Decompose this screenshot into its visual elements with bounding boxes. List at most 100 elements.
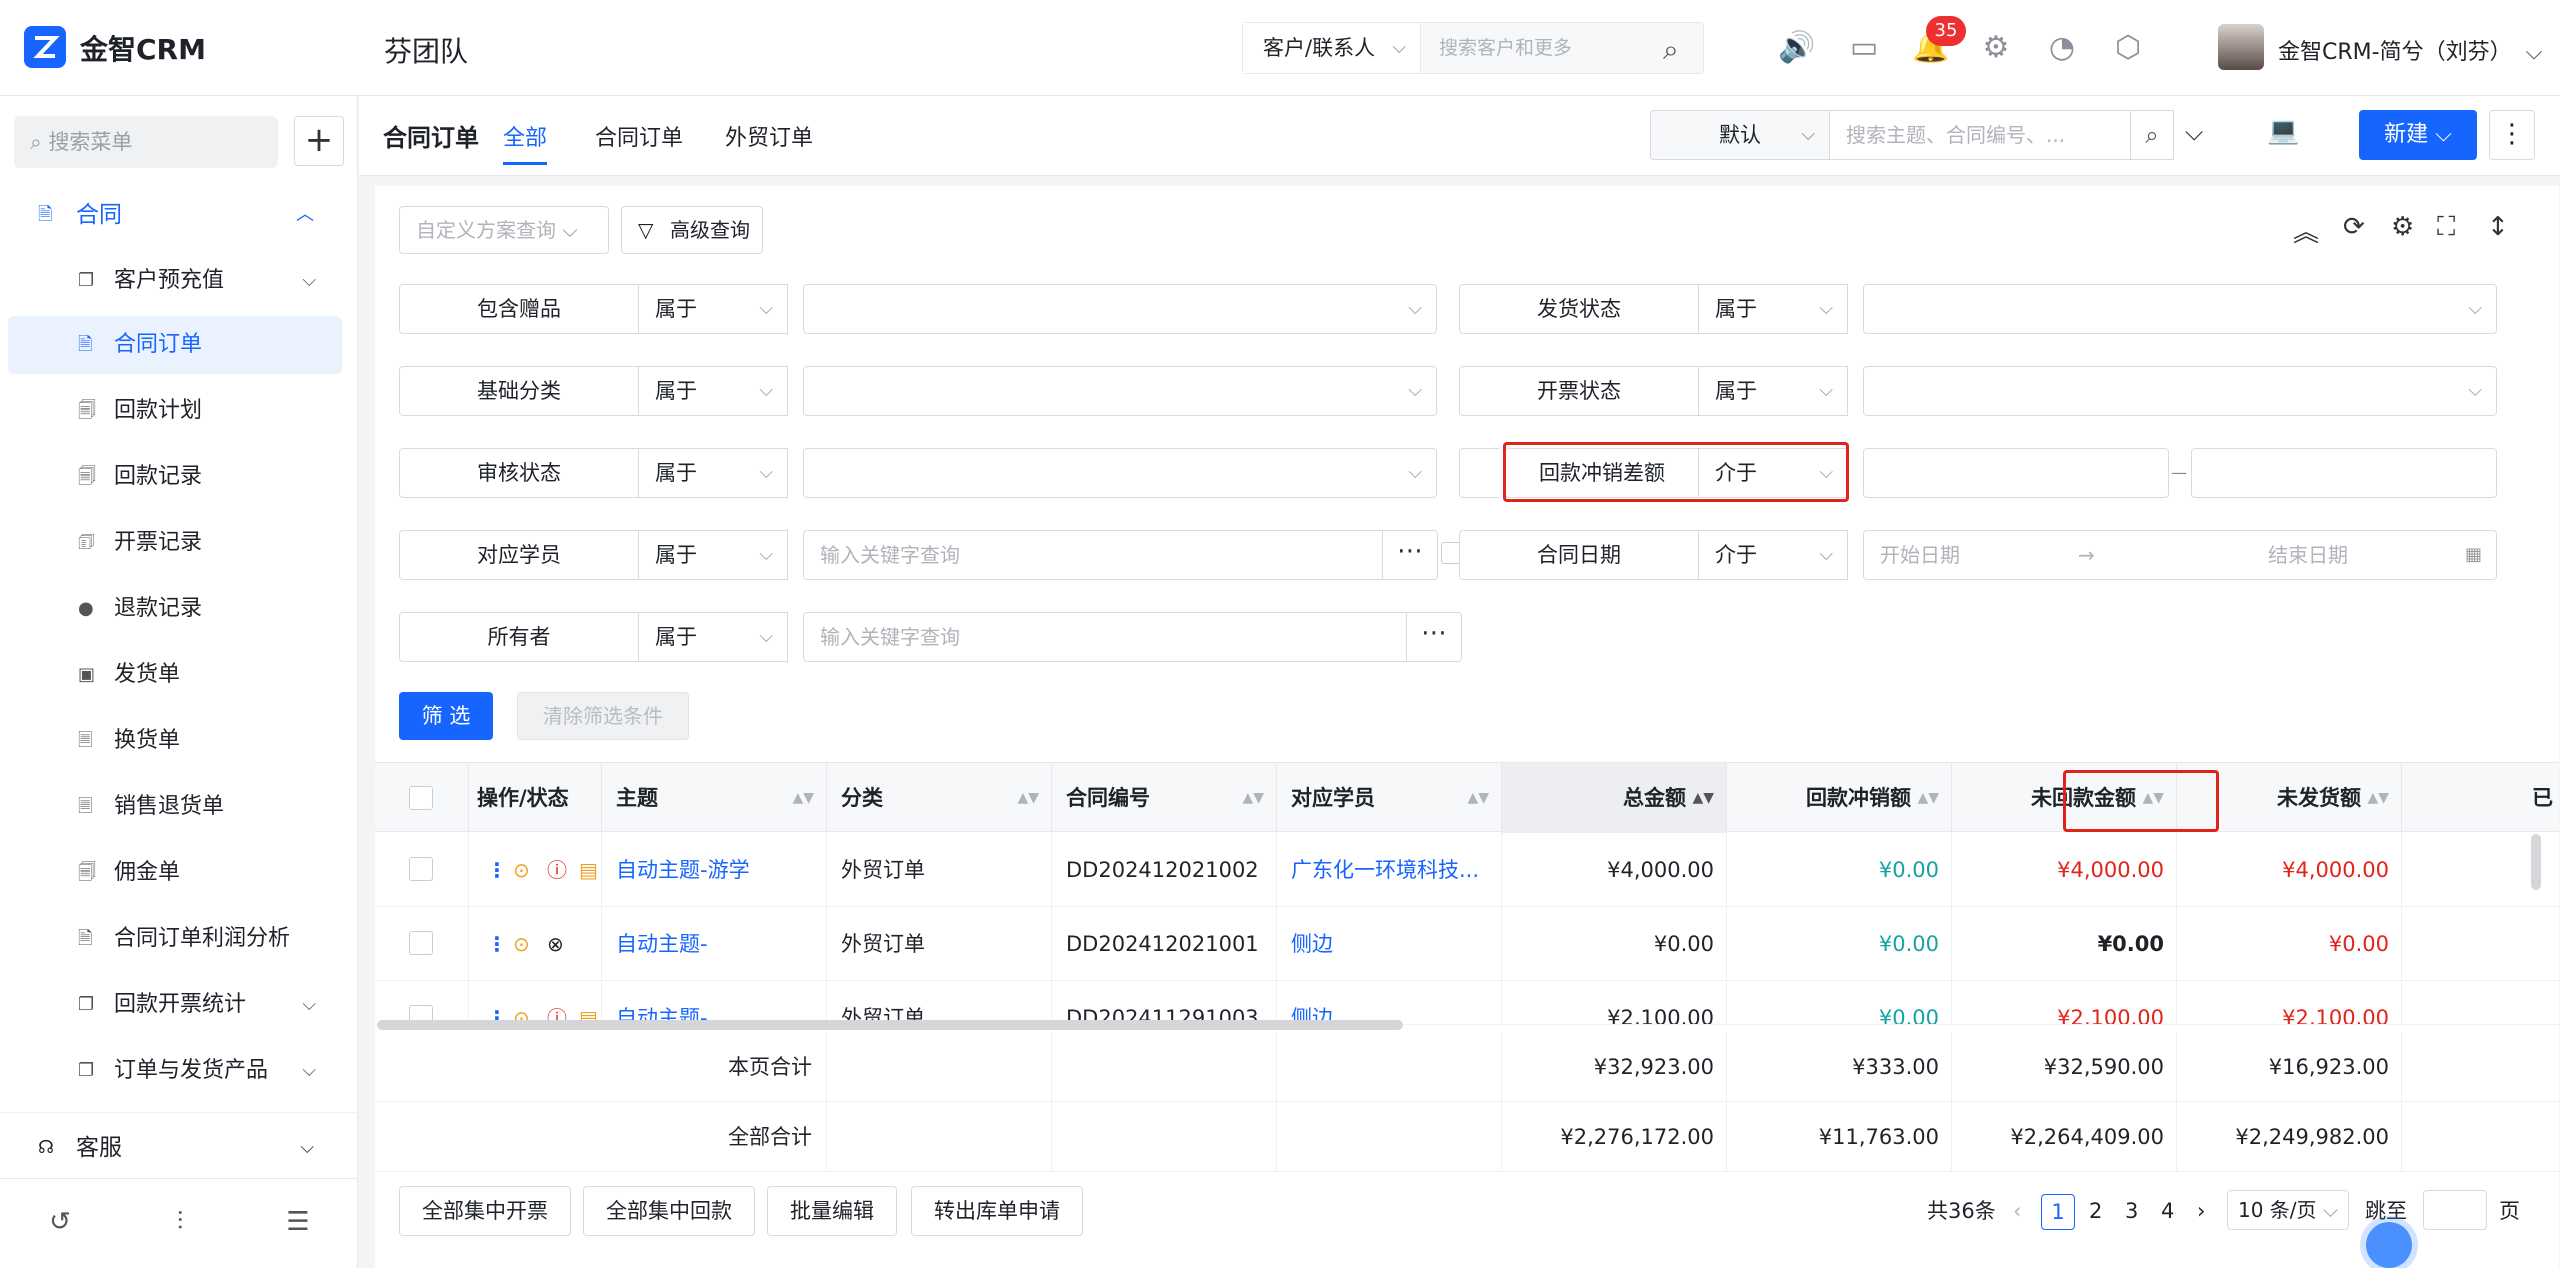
filter-op-basic-category[interactable]: 属于 ⌵ <box>638 366 788 416</box>
filter-value-owner[interactable]: 输入关键字查询 <box>803 612 1407 662</box>
tab-foreign-trade-orders[interactable]: 外贸订单 <box>725 120 813 152</box>
play-icon[interactable]: ⊙ <box>513 833 530 907</box>
page-1[interactable]: 1 <box>2041 1194 2075 1230</box>
filter-op-gift[interactable]: 属于 ⌵ <box>638 284 788 334</box>
filter-value-writeoff-min[interactable] <box>1863 448 2169 498</box>
col-contract-no[interactable]: 合同编号 ▲▼ <box>1052 763 1277 833</box>
view-select[interactable]: 默认 ⌵ <box>1650 110 1830 160</box>
fullscreen-icon[interactable]: ⛶ <box>2437 212 2455 243</box>
sidebar-group-service[interactable]: ☊ 客服 ⌵ <box>0 1112 358 1182</box>
advanced-query-button[interactable]: ▽ 高级查询 <box>621 206 763 254</box>
filter-value-delivery-status[interactable]: ⌵ <box>1863 284 2497 334</box>
col-category[interactable]: 分类 ▲▼ <box>827 763 1052 833</box>
play-icon[interactable]: ⊙ <box>513 981 530 1024</box>
clipboard-icon[interactable]: ▤ <box>579 981 598 1024</box>
date-range-input[interactable]: 开始日期 → 结束日期 ▦ <box>1863 530 2497 580</box>
filter-op-student[interactable]: 属于 ⌵ <box>638 530 788 580</box>
avatar[interactable] <box>2218 24 2264 70</box>
row-checkbox[interactable] <box>409 857 433 881</box>
batch-invoice-button[interactable]: 全部集中开票 <box>399 1186 571 1236</box>
global-search-input[interactable]: 搜索客户和更多 <box>1439 23 1572 73</box>
prev-page-icon[interactable]: ‹ <box>2013 1194 2021 1228</box>
batch-edit-button[interactable]: 批量编辑 <box>767 1186 897 1236</box>
table-row[interactable]: ⋮ ⊙ ⊗ 自动主题- 外贸订单 DD202412021001 侧边 ¥0.00… <box>375 907 2559 981</box>
inbox-icon[interactable]: ▭ <box>1846 30 1882 66</box>
search-scope-select[interactable]: 客户/联系人 ⌵ <box>1243 23 1421 73</box>
filter-op-contract-date[interactable]: 介于 ⌵ <box>1698 530 1848 580</box>
clear-filter-button[interactable]: 清除筛选条件 <box>517 692 689 740</box>
filter-value-basic-category[interactable]: ⌵ <box>803 366 1437 416</box>
filter-value-gift[interactable]: ⌵ <box>803 284 1437 334</box>
tab-contract-orders[interactable]: 合同订单 <box>595 120 683 152</box>
add-menu-button[interactable]: + <box>294 116 344 166</box>
page-4[interactable]: 4 <box>2161 1194 2174 1228</box>
page-size-select[interactable]: 10 条/页 ⌵ <box>2227 1190 2349 1230</box>
row-subject[interactable]: 自动主题- <box>602 907 827 981</box>
speaker-icon[interactable]: 🔊 <box>1778 30 1815 66</box>
sidebar-item-contract-orders[interactable]: 🗎 合同订单 <box>8 316 342 374</box>
user-menu[interactable]: 金智CRM-简兮（刘芬） ⌵ <box>2278 34 2542 66</box>
collapse-menu-icon[interactable]: ☰ <box>278 1207 318 1237</box>
batch-payment-button[interactable]: 全部集中回款 <box>583 1186 755 1236</box>
more-vertical-icon[interactable]: ⋮ <box>487 907 507 981</box>
search-icon[interactable]: ⌕ <box>1663 33 1679 67</box>
page-3[interactable]: 3 <box>2125 1194 2138 1228</box>
row-student[interactable]: 广东化一环境科技... <box>1277 833 1502 907</box>
filter-button[interactable]: 筛 选 <box>399 692 493 740</box>
pie-chart-icon[interactable]: ◔ <box>2044 30 2080 66</box>
gear-icon[interactable]: ⚙ <box>1978 30 2014 66</box>
chevron-down-icon[interactable]: ⌵ <box>2185 118 2203 146</box>
refresh-icon[interactable]: ⟳ <box>2343 212 2365 242</box>
sidebar-item-payment-invoice-stats[interactable]: ❐ 回款开票统计 ⌵ <box>8 976 342 1034</box>
filter-value-invoice-status[interactable]: ⌵ <box>1863 366 2497 416</box>
col-student[interactable]: 对应学员 ▲▼ <box>1277 763 1502 833</box>
sidebar-item-exchange[interactable]: 🗏 换货单 <box>8 712 342 770</box>
list-search-input[interactable]: 搜索主题、合同编号、... <box>1829 110 2131 160</box>
filter-op-review-status[interactable]: 属于 ⌵ <box>638 448 788 498</box>
clipboard-icon[interactable]: ▤ <box>579 833 598 907</box>
filter-op-delivery-status[interactable]: 属于 ⌵ <box>1698 284 1848 334</box>
new-button[interactable]: 新建 ⌵ <box>2359 110 2477 160</box>
app-name[interactable]: 金智CRM <box>80 28 206 68</box>
col-subject[interactable]: 主题 ▲▼ <box>602 763 827 833</box>
search-icon[interactable]: ⌕ <box>2130 110 2174 160</box>
more-dots-button[interactable]: ⋯ <box>1406 612 1462 662</box>
row-checkbox[interactable] <box>409 931 433 955</box>
sidebar-group-contract[interactable]: 🗎 合同 ︿ <box>0 180 358 250</box>
floating-assistant-button[interactable] <box>2366 1222 2412 1268</box>
more-vertical-icon[interactable]: ⋮ <box>487 981 507 1024</box>
table-row[interactable]: ⋮ ⊙ ⓘ ▤ 自动主题- 外贸订单 DD202411291003 侧边 ¥2,… <box>375 981 2559 1025</box>
page-2[interactable]: 2 <box>2089 1194 2102 1228</box>
row-student[interactable]: 侧边 <box>1277 981 1502 1024</box>
filter-value-writeoff-max[interactable] <box>2191 448 2497 498</box>
menu-search-input[interactable]: ⌕ 搜索菜单 <box>14 116 278 168</box>
sidebar-item-sales-return[interactable]: 🗏 销售退货单 <box>8 778 342 836</box>
settings-sliders-icon[interactable]: ⫶ <box>160 1207 200 1238</box>
next-page-icon[interactable]: › <box>2197 1194 2205 1228</box>
laptop-icon[interactable]: 💻 <box>2267 116 2299 146</box>
filter-op-owner[interactable]: 属于 ⌵ <box>638 612 788 662</box>
filter-op-invoice-status[interactable]: 属于 ⌵ <box>1698 366 1848 416</box>
filter-value-student[interactable]: 输入关键字查询 <box>803 530 1383 580</box>
sidebar-item-refund-records[interactable]: ● 退款记录 <box>8 580 342 638</box>
more-dots-button[interactable]: ⋯ <box>1382 530 1438 580</box>
row-subject[interactable]: 自动主题- <box>602 981 827 1024</box>
sidebar-item-invoice-records[interactable]: 🗊 开票记录 <box>8 514 342 572</box>
row-subject[interactable]: 自动主题-游学 <box>602 833 827 907</box>
horizontal-scrollbar[interactable] <box>377 1020 1403 1030</box>
tab-all[interactable]: 全部 <box>503 120 547 152</box>
play-icon[interactable]: ⊙ <box>513 907 530 981</box>
collapse-up-icon[interactable]: ︽ <box>2293 212 2319 249</box>
sidebar-item-commission[interactable]: 🗐 佣金单 <box>8 844 342 902</box>
select-all-checkbox[interactable] <box>409 786 433 810</box>
sidebar-item-profit-analysis[interactable]: 🗎 合同订单利润分析 <box>8 910 342 968</box>
sidebar-item-prepaid[interactable]: ❐ 客户预充值 ⌵ <box>8 252 342 310</box>
history-icon[interactable]: ↺ <box>40 1207 80 1237</box>
sidebar-item-delivery[interactable]: ▣ 发货单 <box>8 646 342 704</box>
filter-value-review-status[interactable]: ⌵ <box>803 448 1437 498</box>
jump-page-input[interactable] <box>2423 1190 2487 1230</box>
row-height-icon[interactable]: ↕ <box>2487 212 2509 242</box>
table-row[interactable]: ⋮ ⊙ ⓘ ▤ 自动主题-游学 外贸订单 DD202412021002 广东化一… <box>375 833 2559 907</box>
row-student[interactable]: 侧边 <box>1277 907 1502 981</box>
outbound-request-button[interactable]: 转出库单申请 <box>911 1186 1083 1236</box>
